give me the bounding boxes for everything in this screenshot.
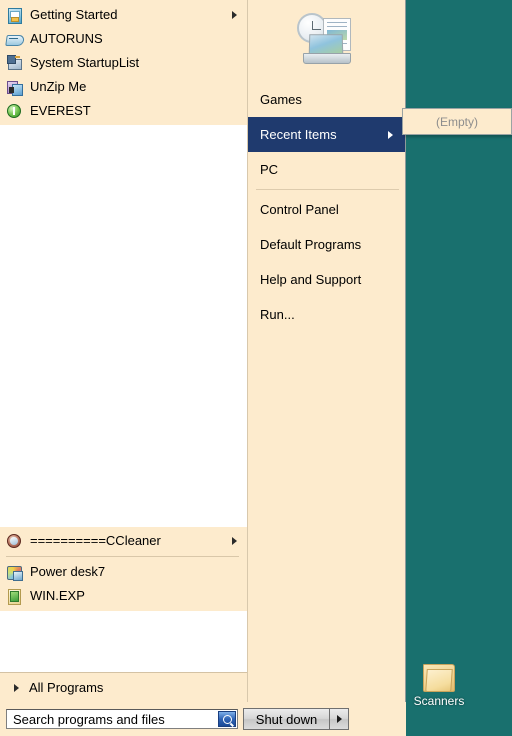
search-icon[interactable] (218, 711, 236, 727)
menu-item-label: Getting Started (30, 7, 118, 22)
program-list-empty-area (0, 125, 247, 527)
powerdesk-icon (6, 563, 24, 581)
menu-item-label: Power desk7 (30, 564, 106, 579)
right-menu-item-label: Games (260, 92, 302, 107)
unzip-me-icon (6, 78, 24, 96)
right-menu-item-label: Default Programs (260, 237, 362, 252)
shutdown-group: Shut down (243, 708, 349, 730)
clock-computer-icon (295, 12, 359, 70)
menu-item-getting-started[interactable]: Getting Started (0, 3, 247, 27)
right-menu-item-recent-items[interactable]: Recent Items (248, 117, 405, 152)
all-programs-label: All Programs (29, 680, 104, 695)
menu-item-power-desk7[interactable]: Power desk7 (0, 560, 247, 584)
start-menu-bottom-bar: Shut down (0, 702, 406, 736)
right-menu-item-games[interactable]: Games (248, 82, 405, 117)
menu-separator (6, 556, 239, 557)
chevron-right-icon (232, 537, 237, 545)
chevron-right-icon (388, 130, 393, 139)
menu-item-label: System StartupList (30, 55, 140, 70)
menu-item-win-exp[interactable]: WIN.EXP (0, 584, 247, 608)
right-menu-item-default-programs[interactable]: Default Programs (248, 227, 405, 262)
menu-item-label: UnZip Me (30, 79, 87, 94)
shutdown-button[interactable]: Shut down (243, 708, 329, 730)
submenu-item-empty: (Empty) (436, 114, 478, 129)
search-input[interactable] (13, 711, 211, 727)
right-menu-item-label: Help and Support (260, 272, 362, 287)
chevron-right-icon (336, 715, 342, 723)
right-menu-item-label: Control Panel (260, 202, 339, 217)
menu-item-unzip-me[interactable]: UnZip Me (0, 75, 247, 99)
shutdown-label: Shut down (255, 711, 318, 727)
menu-item-everest[interactable]: EVEREST (0, 99, 247, 123)
menu-item-ccleaner[interactable]: ==========CCleaner (0, 529, 247, 553)
chevron-right-icon (14, 683, 19, 692)
pinned-programs-list: Getting Started AUTORUNS System StartupL… (0, 0, 247, 125)
everest-icon (6, 102, 24, 120)
right-menu-item-label: Recent Items (260, 127, 337, 142)
folder-icon (421, 662, 457, 692)
right-menu-item-label: Run... (260, 307, 295, 322)
user-picture (248, 0, 405, 82)
menu-item-label: ==========CCleaner (30, 533, 161, 548)
right-menu-item-pc[interactable]: PC (248, 152, 405, 187)
start-menu: Getting Started AUTORUNS System StartupL… (0, 0, 406, 736)
right-menu-item-label: PC (260, 162, 279, 177)
recent-programs-list: ==========CCleaner Power desk7 WIN.EXP (0, 527, 247, 611)
right-menu-item-help-and-support[interactable]: Help and Support (248, 262, 405, 297)
right-menu-item-control-panel[interactable]: Control Panel (248, 192, 405, 227)
ccleaner-icon (6, 532, 24, 550)
menu-separator (256, 189, 399, 190)
start-menu-right-pane: Games Recent Items PC Control Panel Defa… (248, 0, 405, 702)
menu-item-label: EVEREST (30, 103, 91, 118)
menu-item-system-startuplist[interactable]: System StartupList (0, 51, 247, 75)
start-menu-left-pane: Getting Started AUTORUNS System StartupL… (0, 0, 248, 702)
menu-item-label: AUTORUNS (30, 31, 103, 46)
search-box[interactable] (6, 709, 238, 729)
winexp-icon (6, 587, 24, 605)
desktop-icon-scanners[interactable]: Scanners (404, 662, 474, 708)
desktop: Scanners Getting Started AUTORUNS System… (0, 0, 512, 736)
desktop-icon-label: Scanners (413, 694, 465, 708)
menu-item-autoruns[interactable]: AUTORUNS (0, 27, 247, 51)
start-menu-body: Getting Started AUTORUNS System StartupL… (0, 0, 406, 702)
autoruns-icon (5, 30, 25, 48)
recent-items-submenu: (Empty) (402, 108, 512, 135)
shutdown-options-button[interactable] (329, 708, 349, 730)
getting-started-icon (6, 6, 24, 24)
chevron-right-icon (232, 11, 237, 19)
menu-item-label: WIN.EXP (30, 588, 85, 603)
system-startuplist-icon (6, 54, 24, 72)
right-menu-item-run[interactable]: Run... (248, 297, 405, 332)
all-programs-button[interactable]: All Programs (0, 672, 247, 702)
